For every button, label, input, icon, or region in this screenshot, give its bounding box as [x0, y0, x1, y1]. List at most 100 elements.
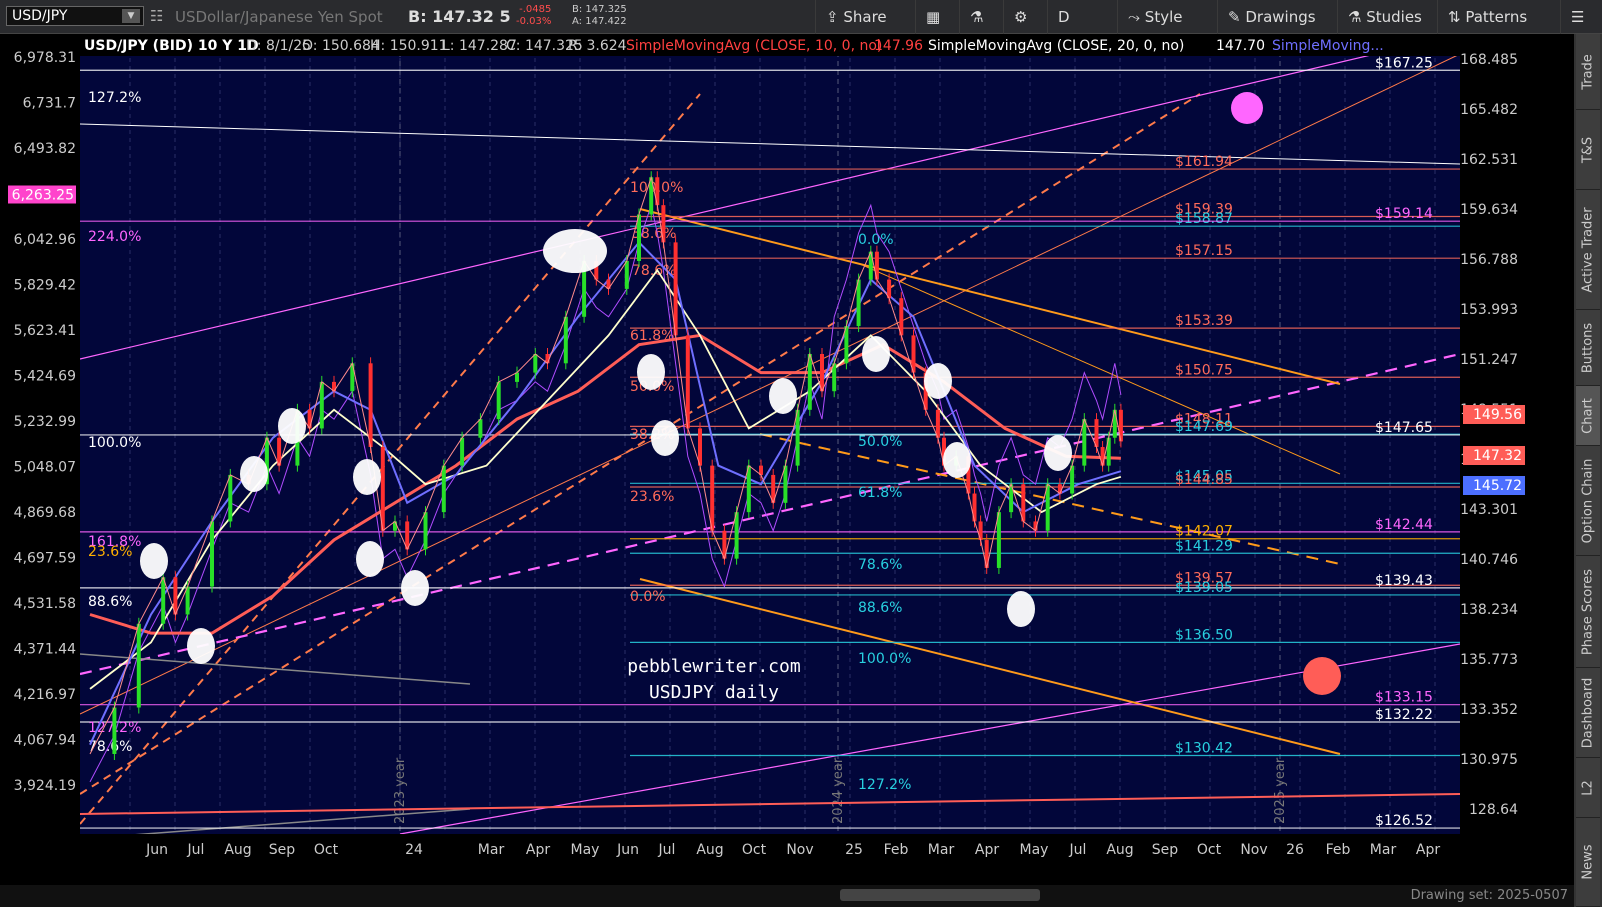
symbol-selector[interactable]: USD/JPY ▼	[6, 6, 144, 26]
side-tab-l2[interactable]: L2	[1576, 758, 1600, 818]
left-axis-label: 5,048.07	[14, 460, 76, 476]
left-axis-label: 6,042.96	[14, 232, 76, 248]
candle-body	[136, 623, 141, 708]
candle-body	[515, 372, 519, 382]
calendar-button[interactable]: ▦	[915, 0, 959, 34]
lower-target-marker	[1303, 657, 1341, 695]
drawings-button[interactable]: ✎ Drawings	[1217, 0, 1337, 34]
right-axis-label: 151.247	[1460, 352, 1518, 368]
x-axis-label: Aug	[1106, 842, 1133, 858]
patterns-button[interactable]: ⇅ Patterns	[1437, 0, 1547, 34]
left-axis-label: 4,371.44	[14, 642, 76, 658]
price-badge-label: 147.32	[1473, 448, 1522, 464]
fib-label: 50.0%	[858, 434, 902, 450]
right-axis-label: 159.634	[1460, 202, 1518, 218]
side-tab-t-s[interactable]: T&S	[1576, 110, 1600, 190]
chart-header-item: SimpleMoving...	[1272, 38, 1384, 54]
level-label: $161.94	[1175, 154, 1233, 170]
x-axis-label: Jul	[658, 842, 676, 858]
candle-body	[161, 577, 166, 624]
side-tab-chart[interactable]: Chart	[1576, 386, 1600, 446]
x-axis-label: Jun	[145, 842, 168, 858]
side-tab-phase-scores[interactable]: Phase Scores	[1576, 556, 1600, 668]
flask-button[interactable]: ⚗	[959, 0, 1003, 34]
x-axis-label: Aug	[224, 842, 251, 858]
side-tab-buttons[interactable]: Buttons	[1576, 310, 1600, 386]
pivot-marker	[278, 408, 306, 444]
side-tab-option-chain[interactable]: Option Chain	[1576, 446, 1600, 556]
right-axis-label: 143.301	[1460, 502, 1518, 518]
left-axis-label: 4,869.68	[14, 505, 76, 521]
studies-button[interactable]: ⚗ Studies	[1337, 0, 1437, 34]
settings-sliders-icon[interactable]: ☷	[150, 7, 163, 25]
fib-label: 23.6%	[630, 489, 674, 505]
studies-label: Studies	[1366, 8, 1422, 26]
x-axis-label: Mar	[478, 842, 505, 858]
level-label: $142.44	[1375, 517, 1433, 533]
right-axis-label: 168.485	[1460, 52, 1518, 68]
menu-button[interactable]: ☰	[1560, 0, 1602, 34]
style-button[interactable]: ⤳ Style	[1117, 0, 1217, 34]
price-chart[interactable]: 2023 year 2024 year 2025 year$167.25$161.9…	[0, 34, 1574, 907]
side-tab-active-trader[interactable]: Active Trader	[1576, 190, 1600, 310]
level-label: $141.29	[1175, 538, 1233, 554]
x-axis-label: Apr	[1416, 842, 1440, 858]
pivot-marker	[1007, 591, 1035, 627]
share-label: Share	[843, 8, 887, 26]
pivot-marker	[240, 456, 268, 492]
symbol-text: USD/JPY	[12, 8, 68, 24]
level-label: $139.43	[1375, 573, 1433, 589]
level-label: $167.25	[1375, 55, 1433, 71]
candle-body	[533, 354, 538, 373]
side-tab-label: T&S	[1580, 136, 1596, 163]
x-axis-label: Oct	[1197, 842, 1222, 858]
chart-header-item: R: 3.624	[568, 38, 627, 54]
level-label: $136.50	[1175, 627, 1233, 643]
period-button[interactable]: D	[1047, 0, 1117, 34]
left-axis-label: 5,424.69	[14, 369, 76, 385]
chart-header-item: 147.96	[874, 38, 923, 54]
flask-icon: ⚗	[970, 8, 984, 26]
year-label: 2025 year	[1273, 757, 1288, 824]
fib-label: 88.6%	[858, 600, 902, 616]
left-axis-label: 4,067.94	[14, 733, 76, 749]
chart-header-item: 147.70	[1216, 38, 1265, 54]
fib-label: 0.0%	[630, 589, 666, 605]
level-label: $153.39	[1175, 313, 1233, 329]
level-label: $139.05	[1175, 580, 1233, 596]
scrollbar[interactable]	[840, 889, 1040, 901]
settings-button[interactable]: ⚙	[1003, 0, 1047, 34]
share-button[interactable]: ⇪ Share	[815, 0, 915, 34]
side-tab-label: Trade	[1580, 53, 1596, 90]
right-axis-label: 153.993	[1460, 302, 1518, 318]
chevron-down-icon[interactable]: ▼	[122, 9, 140, 23]
side-tab-news[interactable]: News	[1576, 818, 1600, 907]
calendar-icon: ▦	[926, 8, 941, 26]
fib-label: 61.8%	[858, 485, 902, 501]
level-label: $133.15	[1375, 690, 1433, 706]
pivot-marker	[862, 336, 890, 372]
style-label: Style	[1144, 8, 1183, 26]
candle-body	[460, 437, 465, 466]
chart-area[interactable]: 2023 year 2024 year 2025 year $167.25 $161.9…	[0, 34, 1574, 907]
pivot-marker	[651, 420, 679, 456]
side-tab-label: Chart	[1580, 397, 1596, 434]
right-axis-label: 130.975	[1460, 752, 1518, 768]
pivot-marker	[943, 442, 971, 478]
x-axis-label: Apr	[526, 842, 550, 858]
change-percent: -0.03%	[516, 16, 552, 27]
x-axis-label: Oct	[314, 842, 339, 858]
fib-label: 127.2%	[858, 777, 911, 793]
fib-label: 78.6%	[88, 739, 132, 755]
side-tab-label: Buttons	[1580, 322, 1596, 373]
side-tab-trade[interactable]: Trade	[1576, 34, 1600, 110]
share-icon: ⇪	[826, 8, 839, 26]
x-axis-label: Nov	[786, 842, 813, 858]
x-axis-label: Jun	[616, 842, 639, 858]
pivot-marker	[1044, 435, 1072, 471]
side-tab-dashboard[interactable]: Dashboard	[1576, 668, 1600, 758]
candle-body	[441, 465, 446, 513]
x-axis-label: Sep	[1152, 842, 1179, 858]
right-axis-label: 165.482	[1460, 102, 1518, 118]
left-axis-label: 6,263.25	[12, 188, 74, 204]
